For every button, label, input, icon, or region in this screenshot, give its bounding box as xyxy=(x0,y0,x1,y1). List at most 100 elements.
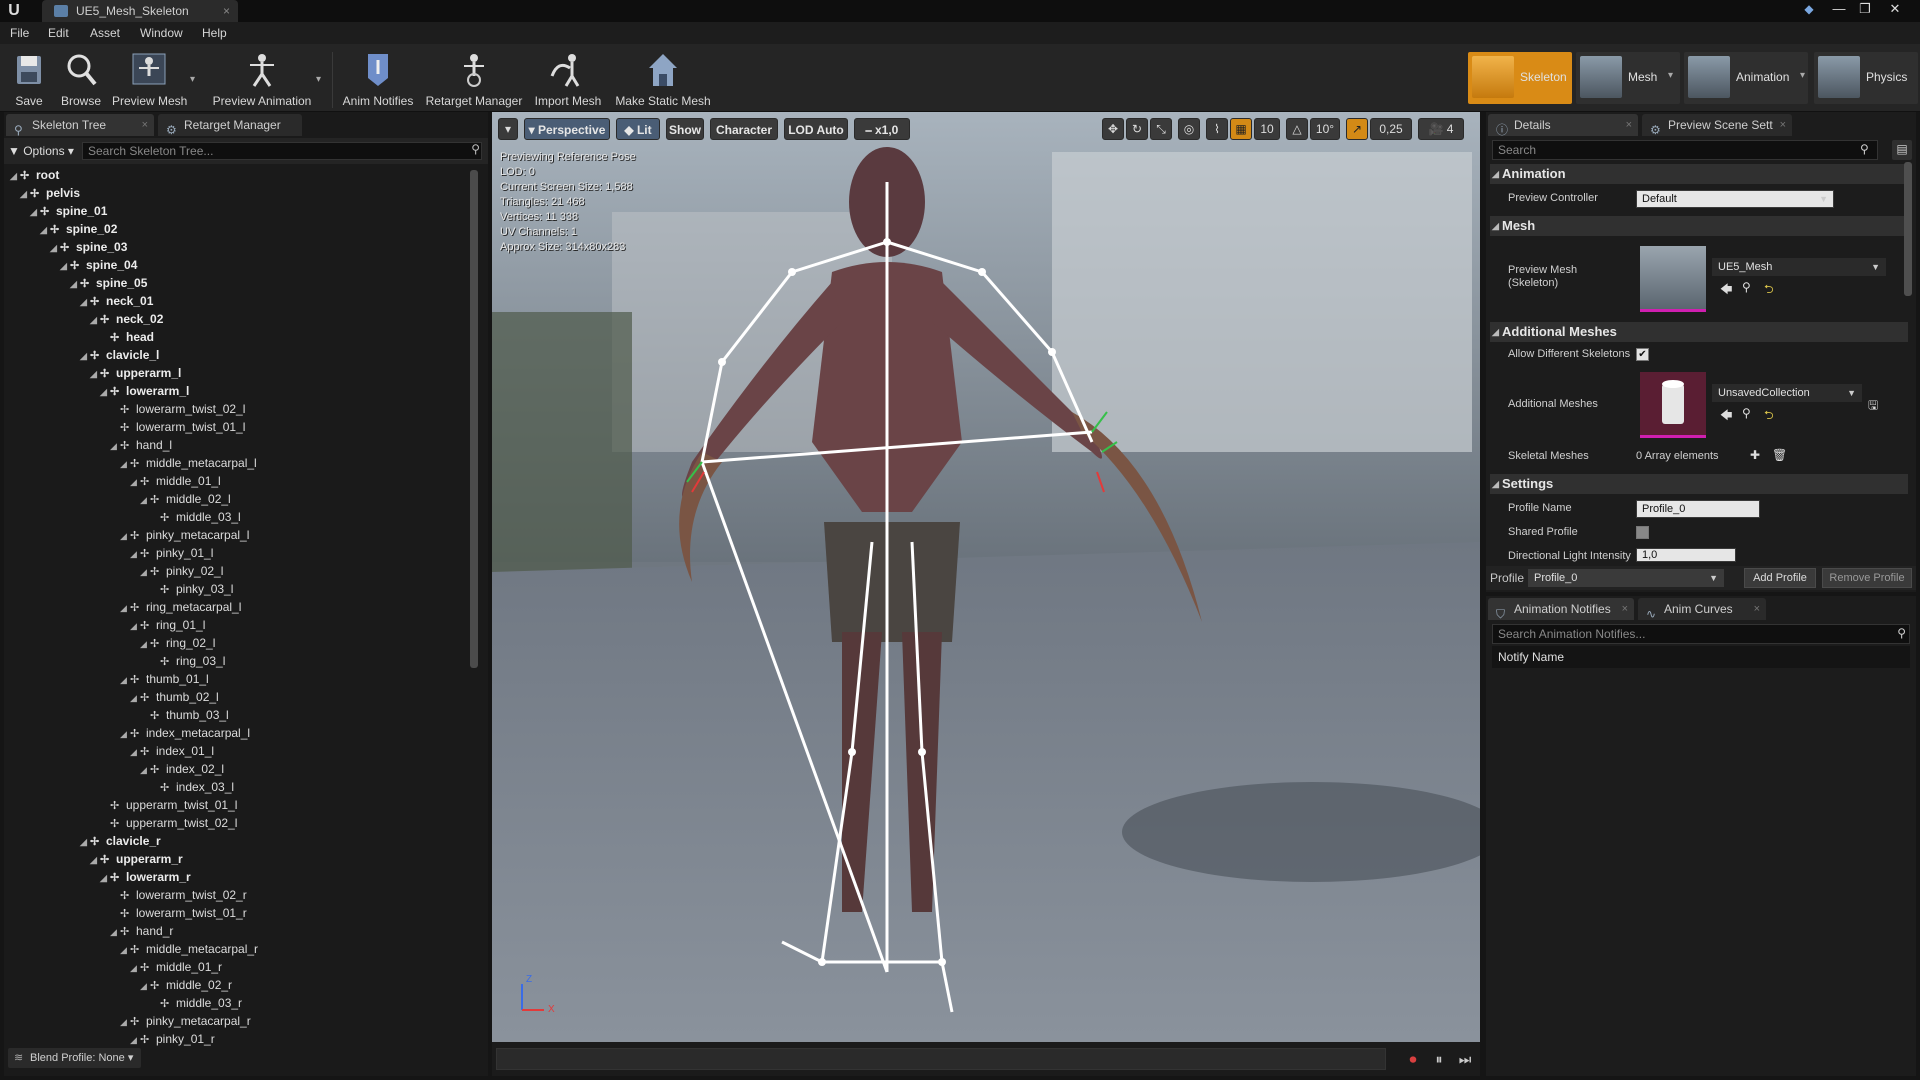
bone-row[interactable]: ◢ ✢ pelvis xyxy=(20,184,80,202)
notify-name-column-header[interactable]: Notify Name xyxy=(1492,646,1910,668)
bone-row[interactable]: ◢ ✢ root xyxy=(10,166,59,184)
expand-arrow-icon[interactable]: ◢ xyxy=(30,203,40,221)
expand-arrow-icon[interactable]: ◢ xyxy=(110,923,120,941)
options-dropdown[interactable]: ▼ Options ▾ xyxy=(8,142,74,160)
scale-icon[interactable]: ⤡ xyxy=(1150,118,1172,140)
add-element-icon[interactable]: ✚ xyxy=(1750,448,1760,462)
notify-search-input[interactable]: Search Animation Notifies... xyxy=(1492,624,1910,644)
bone-row[interactable]: ◢ ✢ ring_metacarpal_l xyxy=(120,598,241,616)
profile-name-input[interactable]: Profile_0 xyxy=(1636,500,1760,518)
bone-row[interactable]: ◢ ✢ upperarm_l xyxy=(90,364,181,382)
world-local-icon[interactable]: ◎ xyxy=(1178,118,1200,140)
menu-edit[interactable]: Edit xyxy=(48,26,69,40)
bone-row[interactable]: ◢ ✢ clavicle_l xyxy=(80,346,159,364)
bone-row[interactable]: ◢ ✢ thumb_02_l xyxy=(130,688,219,706)
bone-row[interactable]: ◢ ✢ middle_01_l xyxy=(130,472,221,490)
menu-help[interactable]: Help xyxy=(202,26,227,40)
close-tab-icon[interactable]: × xyxy=(142,114,148,136)
close-tab-icon[interactable]: × xyxy=(1626,114,1632,136)
lod-button[interactable]: LOD Auto xyxy=(784,118,848,140)
retarget-manager-button[interactable]: Retarget Manager xyxy=(424,48,524,110)
bone-row[interactable]: ✢ ring_03_l xyxy=(150,652,225,670)
close-tab-icon[interactable]: × xyxy=(1754,598,1760,620)
playback-speed-button[interactable]: ⎯ x1,0 xyxy=(854,118,910,140)
expand-arrow-icon[interactable]: ◢ xyxy=(120,725,130,743)
expand-arrow-icon[interactable]: ◢ xyxy=(100,383,110,401)
tab-preview-scene-settings[interactable]: ⚙ Preview Scene Sett × xyxy=(1642,114,1792,137)
mesh-mode-dropdown-icon[interactable]: ▾ xyxy=(1668,70,1673,81)
expand-arrow-icon[interactable]: ◢ xyxy=(80,833,90,851)
expand-arrow-icon[interactable]: ◢ xyxy=(140,977,150,995)
category-animation[interactable]: ◢ Animation xyxy=(1490,164,1908,184)
tab-retarget-manager[interactable]: ⚙ Retarget Manager xyxy=(158,114,302,137)
bone-row[interactable]: ◢ ✢ middle_metacarpal_r xyxy=(120,940,258,958)
rotation-snap-icon[interactable]: △ xyxy=(1286,118,1308,140)
anim-notifies-button[interactable]: Anim Notifies xyxy=(340,48,416,110)
notification-icon[interactable]: ◆ xyxy=(1800,2,1818,18)
bone-row[interactable]: ◢ ✢ lowerarm_l xyxy=(100,382,189,400)
bone-row[interactable]: ✢ lowerarm_twist_01_r xyxy=(110,904,247,922)
expand-arrow-icon[interactable]: ◢ xyxy=(130,473,140,491)
additional-meshes-thumbnail[interactable] xyxy=(1640,372,1706,438)
bone-row[interactable]: ◢ ✢ middle_02_r xyxy=(140,976,232,994)
additional-meshes-dropdown[interactable]: UnsavedCollection ▼ xyxy=(1712,384,1862,402)
bone-row[interactable]: ✢ upperarm_twist_02_l xyxy=(100,814,237,832)
bone-row[interactable]: ✢ thumb_03_l xyxy=(140,706,229,724)
expand-arrow-icon[interactable]: ◢ xyxy=(140,635,150,653)
rotation-snap-value[interactable]: 10° xyxy=(1310,118,1340,140)
import-mesh-button[interactable]: Import Mesh xyxy=(532,48,604,110)
preview-controller-dropdown[interactable]: Default ▼ xyxy=(1636,190,1834,208)
blend-profile-dropdown[interactable]: ≋ Blend Profile: None ▾ xyxy=(8,1048,142,1068)
bone-row[interactable]: ◢ ✢ spine_03 xyxy=(50,238,127,256)
bone-row[interactable]: ◢ ✢ neck_01 xyxy=(80,292,153,310)
preview-animation-dropdown-icon[interactable]: ▾ xyxy=(316,74,321,85)
expand-arrow-icon[interactable]: ◢ xyxy=(100,869,110,887)
bone-row[interactable]: ◢ ✢ pinky_01_l xyxy=(130,544,213,562)
expand-arrow-icon[interactable]: ◢ xyxy=(90,851,100,869)
expand-arrow-icon[interactable]: ◢ xyxy=(60,257,70,275)
bone-row[interactable]: ◢ ✢ thumb_01_l xyxy=(120,670,209,688)
bone-row[interactable]: ◢ ✢ clavicle_r xyxy=(80,832,161,850)
menu-window[interactable]: Window xyxy=(140,26,183,40)
bone-row[interactable]: ◢ ✢ neck_02 xyxy=(90,310,163,328)
bone-row[interactable]: ◢ ✢ spine_05 xyxy=(70,274,147,292)
allow-different-skeletons-checkbox[interactable]: ✔ xyxy=(1636,348,1649,361)
bone-row[interactable]: ◢ ✢ pinky_metacarpal_r xyxy=(120,1012,251,1030)
step-forward-button[interactable]: ⏭ xyxy=(1454,1048,1476,1070)
preview-mesh-button[interactable]: Preview Mesh xyxy=(112,48,187,110)
expand-arrow-icon[interactable]: ◢ xyxy=(110,437,120,455)
skeleton-search-input[interactable]: Search Skeleton Tree... xyxy=(82,142,482,160)
expand-arrow-icon[interactable]: ◢ xyxy=(130,743,140,761)
rotate-icon[interactable]: ↻ xyxy=(1126,118,1148,140)
record-button[interactable]: ⏺ xyxy=(1402,1048,1424,1070)
make-static-mesh-button[interactable]: Make Static Mesh xyxy=(612,48,714,110)
reset-icon[interactable]: ⮌ xyxy=(1764,280,1774,301)
expand-arrow-icon[interactable]: ◢ xyxy=(130,689,140,707)
maximize-button[interactable]: ❐ xyxy=(1852,0,1878,18)
tab-skeleton-tree[interactable]: ⚲ Skeleton Tree × xyxy=(6,114,154,137)
expand-arrow-icon[interactable]: ◢ xyxy=(120,527,130,545)
browse-dropdown-icon[interactable]: ▾ xyxy=(190,74,195,85)
shared-profile-checkbox[interactable] xyxy=(1636,526,1649,539)
expand-arrow-icon[interactable]: ◢ xyxy=(10,167,20,185)
document-tab[interactable]: UE5_Mesh_Skeleton × xyxy=(42,0,238,22)
bone-row[interactable]: ◢ ✢ index_01_l xyxy=(130,742,214,760)
details-scrollbar[interactable] xyxy=(1904,162,1912,296)
menu-file[interactable]: File xyxy=(10,26,29,40)
expand-arrow-icon[interactable]: ◢ xyxy=(20,185,30,203)
save-collection-icon[interactable]: 🖫 xyxy=(1868,396,1878,417)
mode-skeleton-button[interactable]: Skeleton xyxy=(1468,52,1572,104)
animation-mode-dropdown-icon[interactable]: ▾ xyxy=(1800,70,1805,81)
close-tab-icon[interactable]: × xyxy=(223,0,230,22)
mode-mesh-button[interactable]: Mesh ▾ xyxy=(1576,52,1680,104)
close-tab-icon[interactable]: × xyxy=(1622,598,1628,620)
bone-row[interactable]: ◢ ✢ spine_04 xyxy=(60,256,137,274)
bone-row[interactable]: ◢ ✢ upperarm_r xyxy=(90,850,183,868)
preview-animation-button[interactable]: Preview Animation xyxy=(210,48,314,110)
translate-icon[interactable]: ✥ xyxy=(1102,118,1124,140)
bone-row[interactable]: ◢ ✢ spine_01 xyxy=(30,202,107,220)
expand-arrow-icon[interactable]: ◢ xyxy=(80,293,90,311)
bone-row[interactable]: ✢ lowerarm_twist_01_l xyxy=(110,418,245,436)
bone-row[interactable]: ◢ ✢ pinky_01_r xyxy=(130,1030,215,1046)
tab-anim-curves[interactable]: ∿ Anim Curves × xyxy=(1638,598,1766,621)
